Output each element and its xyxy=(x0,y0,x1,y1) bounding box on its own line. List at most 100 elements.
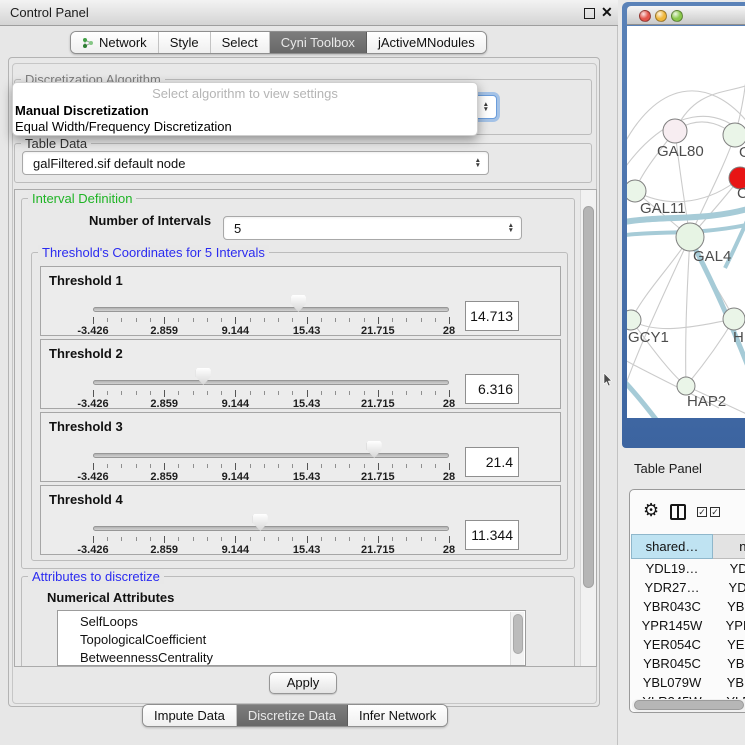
node-h[interactable] xyxy=(723,308,745,330)
cell-name: YBR045C xyxy=(713,654,745,673)
tick-mark xyxy=(136,318,137,322)
tick-mark xyxy=(107,318,108,322)
table-row-yer054c[interactable]: YER054CYER054C xyxy=(631,635,745,654)
threshold-slider-track[interactable] xyxy=(93,307,449,312)
number-of-intervals-value: 5 xyxy=(234,221,241,236)
cell-shared-name: YBR045C xyxy=(631,654,713,673)
threshold-slider-track[interactable] xyxy=(93,380,449,385)
threshold-value-field[interactable]: 6.316 xyxy=(465,374,519,404)
gear-icon[interactable]: ⚙ xyxy=(643,501,659,519)
tick-label: 21.715 xyxy=(361,544,395,556)
table-row-ydl19[interactable]: YDL19…YDL19… xyxy=(631,559,745,578)
column-header-name[interactable]: name xyxy=(713,534,745,559)
attributes-list-scrollbar[interactable] xyxy=(510,612,524,666)
attribute-item-betweennesscentrality[interactable]: BetweennessCentrality xyxy=(58,649,525,666)
select-checkbox-icon[interactable]: ✓ xyxy=(697,507,707,517)
table-row-ypr145w[interactable]: YPR145WYPR145W xyxy=(631,616,745,635)
tick-mark xyxy=(193,318,194,322)
tick-mark xyxy=(93,390,94,397)
vertical-scrollbar[interactable] xyxy=(580,190,596,666)
node-gal4[interactable] xyxy=(676,223,704,251)
tick-mark xyxy=(193,537,194,541)
tick-label: 21.715 xyxy=(361,398,395,410)
tick-mark xyxy=(93,536,94,543)
network-tab-icon xyxy=(82,37,94,49)
node-gal80[interactable] xyxy=(663,119,687,143)
popup-option-equal-width-frequency[interactable]: Equal Width/Frequency Discretization xyxy=(13,119,477,135)
numerical-attributes-list[interactable]: SelfLoopsTopologicalCoefficientBetweenne… xyxy=(57,610,526,666)
tab-style-label: Style xyxy=(170,35,199,50)
tick-mark xyxy=(378,536,379,543)
node-label-c: C xyxy=(737,185,745,202)
network-canvas[interactable]: GAL80GCGAL11GAL4GCY1HHAP2 xyxy=(627,26,745,418)
tab-style[interactable]: Style xyxy=(159,32,211,53)
tick-mark xyxy=(121,318,122,322)
tab-select[interactable]: Select xyxy=(211,32,270,53)
table-row-ybl079w[interactable]: YBL079WYBL079W xyxy=(631,673,745,692)
threshold-value-field[interactable]: 11.344 xyxy=(465,520,519,550)
tab-discretize-data[interactable]: Discretize Data xyxy=(237,705,348,726)
float-window-button[interactable] xyxy=(584,8,595,19)
scrollbar-thumb[interactable] xyxy=(634,700,744,710)
node-label-hap2: HAP2 xyxy=(687,393,726,410)
network-window-titlebar xyxy=(627,6,745,25)
tick-mark xyxy=(292,318,293,322)
tick-mark xyxy=(178,391,179,395)
minimize-light[interactable] xyxy=(655,10,667,22)
scrollbar-thumb[interactable] xyxy=(513,614,523,654)
node-gcy1[interactable] xyxy=(627,310,641,330)
threshold-value-field[interactable]: 21.4 xyxy=(465,447,519,477)
number-of-intervals-combobox[interactable]: 5 ▲▼ xyxy=(223,216,522,240)
tick-label: 9.144 xyxy=(222,325,250,337)
select-checkbox-icon[interactable]: ✓ xyxy=(710,507,720,517)
tick-mark xyxy=(292,464,293,468)
network-view[interactable]: GAL80GCGAL11GAL4GCY1HHAP2 xyxy=(627,26,745,418)
threshold-value-field[interactable]: 14.713 xyxy=(465,301,519,331)
table-row-ybr043c[interactable]: YBR043CYBR043C xyxy=(631,597,745,616)
table-panel-title: Table Panel xyxy=(634,461,702,476)
node-gal11[interactable] xyxy=(627,180,646,202)
apply-button[interactable]: Apply xyxy=(269,672,337,694)
tick-mark xyxy=(364,391,365,395)
close-window-button[interactable]: ✕ xyxy=(601,4,613,21)
attribute-item-selfloops[interactable]: SelfLoops xyxy=(58,613,525,631)
popup-prompt-item[interactable]: Select algorithm to view settings xyxy=(13,86,477,103)
tick-label: 15.43 xyxy=(293,471,321,483)
tick-mark xyxy=(392,318,393,322)
mouse-cursor xyxy=(603,373,613,387)
columns-icon[interactable] xyxy=(670,504,686,520)
table-row-ydr27[interactable]: YDR27…YDR27… xyxy=(631,578,745,597)
cell-name: YBR043C xyxy=(713,597,745,616)
tab-impute-data[interactable]: Impute Data xyxy=(143,705,237,726)
threshold-slider-track[interactable] xyxy=(93,526,449,531)
tick-mark xyxy=(235,390,236,397)
tick-label: 28 xyxy=(443,398,455,410)
close-light[interactable] xyxy=(639,10,651,22)
horizontal-scrollbar[interactable] xyxy=(632,699,745,712)
tab-infer-network[interactable]: Infer Network xyxy=(348,705,447,726)
tick-mark xyxy=(335,391,336,395)
tick-mark xyxy=(406,464,407,468)
tick-mark xyxy=(406,318,407,322)
algorithm-dropdown-popup: Select algorithm to view settings Manual… xyxy=(12,82,478,136)
tab-network[interactable]: Network xyxy=(71,32,159,53)
table-row-ybr045c[interactable]: YBR045CYBR045C xyxy=(631,654,745,673)
tick-mark xyxy=(178,318,179,322)
tick-mark xyxy=(136,464,137,468)
attribute-item-topologicalcoefficient[interactable]: TopologicalCoefficient xyxy=(58,631,525,649)
node-label-g: G xyxy=(739,144,745,161)
threshold-slider-track[interactable] xyxy=(93,453,449,458)
tab-jactivemnodules[interactable]: jActiveMNodules xyxy=(367,32,486,53)
column-header-shared-name[interactable]: shared… xyxy=(631,534,713,559)
zoom-light[interactable] xyxy=(671,10,683,22)
popup-option-manual-discretization[interactable]: Manual Discretization xyxy=(13,103,477,119)
cell-shared-name: YBL079W xyxy=(631,673,713,692)
table-data-combobox[interactable]: galFiltered.sif default node ▲▼ xyxy=(22,151,489,175)
tick-mark xyxy=(164,390,165,397)
tick-mark xyxy=(164,536,165,543)
tick-label: 9.144 xyxy=(222,471,250,483)
scrollbar-thumb[interactable] xyxy=(583,206,594,588)
tab-cyni-toolbox[interactable]: Cyni Toolbox xyxy=(270,32,367,53)
cell-shared-name: YER054C xyxy=(631,635,713,654)
tab-select-label: Select xyxy=(222,35,258,50)
